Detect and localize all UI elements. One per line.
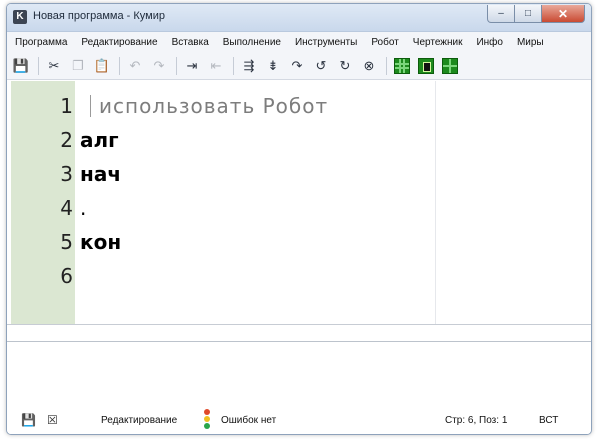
title-bar[interactable]: K Новая программа - Кумир ‒ □ ✕ xyxy=(7,4,591,32)
kumir-app-icon[interactable]: K xyxy=(13,10,27,24)
status-bar: 💾 ☒ Редактирование Ошибок нет Стр: 6, По… xyxy=(7,407,591,434)
line-number: 2 xyxy=(60,128,73,152)
grid-world-glyph-icon xyxy=(394,57,410,74)
save-status-icon[interactable]: 💾 xyxy=(21,414,36,426)
step-out-icon[interactable]: ↺ xyxy=(312,57,330,75)
save-icon[interactable]: 💾 xyxy=(12,57,30,75)
code-line-text: использовать Робот xyxy=(99,94,329,118)
code-line[interactable]: использовать Робот xyxy=(80,91,328,121)
output-panel[interactable] xyxy=(7,325,591,407)
drawer-world-glyph-icon xyxy=(442,57,458,74)
toolbar-separator xyxy=(38,56,39,75)
menu-run[interactable]: Выполнение xyxy=(223,37,281,48)
menu-drawer[interactable]: Чертежник xyxy=(413,37,463,48)
grid-world-icon[interactable] xyxy=(393,57,411,75)
robot-world-icon[interactable] xyxy=(417,57,435,75)
minimize-button[interactable]: ‒ xyxy=(487,5,515,23)
menu-program[interactable]: Программа xyxy=(15,37,67,48)
robot-world-glyph-icon xyxy=(418,57,434,74)
window-title: Новая программа - Кумир xyxy=(33,10,165,22)
line-number: 3 xyxy=(60,162,73,186)
step-over-icon[interactable]: ↻ xyxy=(336,57,354,75)
stop-icon[interactable]: ⊗ xyxy=(360,57,378,75)
window-controls: ‒ □ ✕ xyxy=(487,5,585,23)
unindent-icon[interactable]: ⇤ xyxy=(207,57,225,75)
app-window: K Новая программа - Кумир ‒ □ ✕ Программ… xyxy=(6,3,592,435)
line-number-gutter: 1 2 3 4 5 6 xyxy=(11,81,75,324)
menu-info[interactable]: Инфо xyxy=(476,37,503,48)
menu-edit[interactable]: Редактирование xyxy=(81,37,157,48)
undo-icon[interactable]: ↶ xyxy=(126,57,144,75)
cut-icon[interactable]: ✂ xyxy=(45,57,63,75)
right-margin-line xyxy=(435,81,436,324)
margin-marker xyxy=(90,95,91,117)
code-line[interactable]: алг xyxy=(80,125,119,155)
toolbar-separator xyxy=(386,56,387,75)
redo-icon[interactable]: ↷ xyxy=(150,57,168,75)
code-line[interactable]: кон xyxy=(80,227,121,257)
indent-icon[interactable]: ⇥ xyxy=(183,57,201,75)
status-position: Стр: 6, Поз: 1 xyxy=(445,415,508,426)
menu-insert[interactable]: Вставка xyxy=(172,37,209,48)
line-number: 5 xyxy=(60,230,73,254)
menu-robot[interactable]: Робот xyxy=(371,37,398,48)
status-errors: Ошибок нет xyxy=(221,415,277,426)
run-icon[interactable]: ⇶ xyxy=(240,57,258,75)
code-line[interactable]: . xyxy=(80,193,86,223)
maximize-button[interactable]: □ xyxy=(515,5,542,23)
status-mode: Редактирование xyxy=(101,415,178,426)
paste-icon[interactable]: 📋 xyxy=(93,57,111,75)
menu-tools[interactable]: Инструменты xyxy=(295,37,357,48)
step-in-icon[interactable]: ↷ xyxy=(288,57,306,75)
drawer-world-icon[interactable] xyxy=(441,57,459,75)
line-number: 4 xyxy=(60,196,73,220)
close-output-icon[interactable]: ☒ xyxy=(47,414,59,426)
code-line[interactable]: нач xyxy=(80,159,121,189)
toolbar-separator xyxy=(176,56,177,75)
status-insert-mode: ВСТ xyxy=(539,415,559,426)
output-divider xyxy=(7,341,591,342)
menu-worlds[interactable]: Миры xyxy=(517,37,544,48)
line-number: 1 xyxy=(60,94,73,118)
toolbar-separator xyxy=(233,56,234,75)
run-step-icon[interactable]: ⇟ xyxy=(264,57,282,75)
copy-icon[interactable]: ❐ xyxy=(69,57,87,75)
code-editor[interactable]: 1 2 3 4 5 6 использовать Робот алг нач .… xyxy=(7,81,591,325)
toolbar: 💾 ✂ ❐ 📋 ↶ ↷ ⇥ ⇤ ⇶ ⇟ ↷ ↺ ↻ ⊗ xyxy=(7,52,591,80)
menu-bar: Программа Редактирование Вставка Выполне… xyxy=(7,32,591,52)
toolbar-separator xyxy=(119,56,120,75)
traffic-light-icon xyxy=(204,409,210,431)
close-button[interactable]: ✕ xyxy=(542,5,585,23)
line-number: 6 xyxy=(60,264,73,288)
